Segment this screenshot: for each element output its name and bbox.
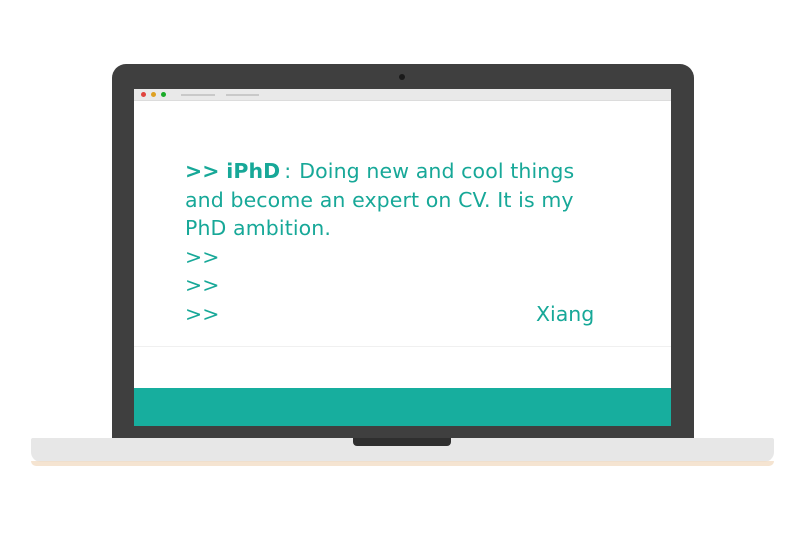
prompt-marker: >> — [185, 159, 220, 183]
laptop-illustration: >> iPhD: Doing new and cool things and be… — [0, 0, 800, 534]
laptop-screen: >> iPhD: Doing new and cool things and be… — [134, 89, 671, 426]
browser-toolbar — [134, 89, 671, 101]
footer-band — [134, 388, 671, 426]
author-name: iPhD — [226, 159, 281, 183]
camera-dot — [399, 74, 405, 80]
message-line-2: and become an expert on CV. It is my — [185, 187, 574, 212]
separator: : — [284, 159, 292, 183]
message-line-3: PhD ambition. — [185, 216, 331, 240]
close-window-button[interactable] — [141, 92, 146, 97]
signature: Xiang — [536, 302, 595, 326]
tab-placeholder — [226, 94, 259, 96]
maximize-window-button[interactable] — [161, 92, 166, 97]
empty-prompt-1: >> — [185, 244, 220, 269]
message-line-1: >> iPhD: Doing new and cool things — [185, 157, 645, 186]
laptop-base-shadow — [31, 461, 774, 466]
tab-placeholder — [181, 94, 215, 96]
laptop-notch — [353, 438, 451, 446]
content-divider — [134, 346, 671, 347]
minimize-window-button[interactable] — [151, 92, 156, 97]
message-text-1: Doing new and cool things — [299, 159, 575, 183]
empty-prompt-2: >> — [185, 273, 220, 297]
